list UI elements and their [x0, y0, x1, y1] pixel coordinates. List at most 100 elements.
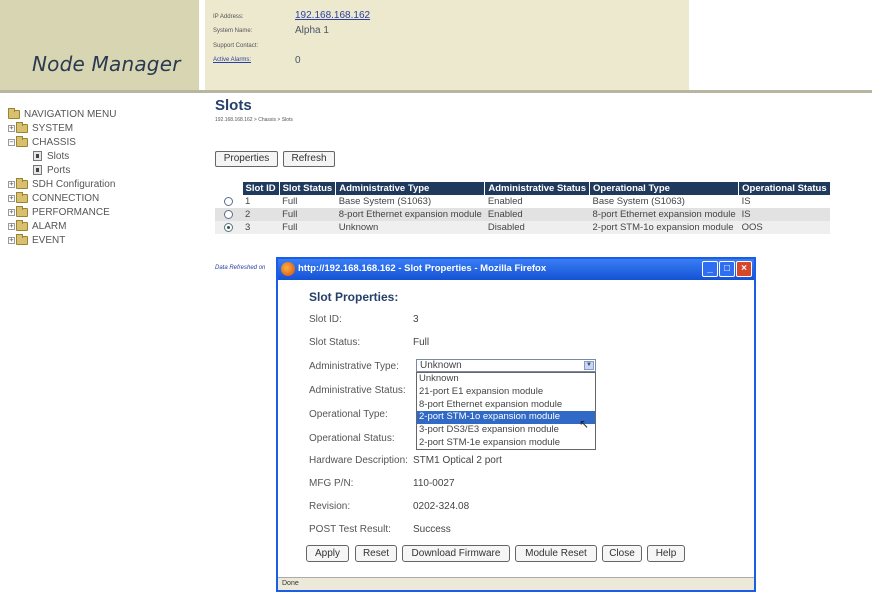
- row-select-radio[interactable]: [224, 196, 233, 206]
- page-icon: [33, 165, 42, 175]
- collapse-icon[interactable]: −: [8, 138, 15, 146]
- folder-icon: [16, 205, 28, 217]
- admin-type-cell: Unknown: [335, 221, 485, 234]
- administrative-type-label: Administrative Type:: [309, 361, 399, 372]
- download-firmware-button[interactable]: Download Firmware: [402, 545, 510, 562]
- ip-address-label: IP Address:: [213, 14, 244, 20]
- nav-item-sdh-configuration[interactable]: + SDH Configuration: [8, 177, 115, 190]
- dropdown-option[interactable]: Unknown: [417, 373, 595, 386]
- apply-button[interactable]: Apply: [306, 545, 349, 562]
- expand-icon[interactable]: +: [8, 180, 15, 188]
- nav-item-performance[interactable]: + PERFORMANCE: [8, 205, 110, 218]
- slot-properties-window: http://192.168.168.162 - Slot Properties…: [276, 257, 756, 592]
- mfg-pn-value: 110-0027: [413, 478, 455, 489]
- breadcrumb: 192.168.168.162 > Chassis > Slots: [215, 117, 293, 123]
- nav-item-slots[interactable]: Slots: [33, 150, 69, 162]
- slot-properties-heading: Slot Properties:: [309, 290, 399, 304]
- column-header-slot-id[interactable]: Slot ID: [242, 182, 280, 195]
- nav-item-event[interactable]: + EVENT: [8, 233, 65, 246]
- op-type-cell: 2-port STM-1o expansion module: [589, 221, 739, 234]
- data-refreshed-label: Data Refreshed on: [215, 265, 266, 271]
- firefox-icon: [281, 262, 295, 276]
- app-title: Node Manager: [32, 52, 181, 76]
- mfg-pn-label: MFG P/N:: [309, 478, 354, 489]
- revision-value: 0202-324.08: [413, 501, 470, 512]
- system-info-panel: IP Address: 192.168.168.162 System Name:…: [205, 0, 689, 90]
- expand-icon[interactable]: +: [8, 222, 15, 230]
- administrative-type-select[interactable]: Unknown ▼: [416, 359, 596, 372]
- close-button[interactable]: Close: [602, 545, 642, 562]
- minimize-icon[interactable]: _: [702, 261, 718, 277]
- hardware-description-value: STM1 Optical 2 port: [413, 455, 502, 466]
- slot-status-cell: Full: [279, 195, 336, 208]
- admin-status-cell: Enabled: [484, 208, 590, 221]
- table-row[interactable]: 2 Full 8-port Ethernet expansion module …: [215, 208, 831, 221]
- folder-icon: [16, 233, 28, 245]
- system-name-label: System Name:: [213, 28, 253, 34]
- window-titlebar[interactable]: http://192.168.168.162 - Slot Properties…: [278, 259, 754, 280]
- expand-icon[interactable]: +: [8, 208, 15, 216]
- op-status-cell: IS: [738, 208, 831, 221]
- dropdown-option[interactable]: 21-port E1 expansion module: [417, 386, 595, 399]
- active-alarms-value: 0: [295, 55, 301, 66]
- properties-button[interactable]: Properties: [215, 151, 278, 167]
- op-status-cell: OOS: [738, 221, 831, 234]
- operational-status-label: Operational Status:: [309, 433, 395, 444]
- reset-button[interactable]: Reset: [355, 545, 397, 562]
- slot-status-value: Full: [413, 337, 430, 348]
- support-contact-label: Support Contact:: [213, 43, 259, 49]
- active-alarms-link[interactable]: Active Alarms:: [213, 57, 251, 63]
- select-column-header: [215, 182, 243, 195]
- module-reset-button[interactable]: Module Reset: [515, 545, 597, 562]
- nav-item-chassis[interactable]: − CHASSIS: [8, 135, 76, 148]
- ip-address-link[interactable]: 192.168.168.162: [295, 10, 370, 21]
- admin-type-cell: Base System (S1063): [335, 195, 485, 208]
- revision-label: Revision:: [309, 501, 351, 512]
- slot-id-label: Slot ID:: [309, 314, 342, 325]
- page-icon: [33, 151, 42, 161]
- dropdown-option-highlighted[interactable]: 2-port STM-1o expansion module: [417, 411, 595, 425]
- row-select-radio[interactable]: [224, 209, 233, 219]
- help-button[interactable]: Help: [647, 545, 685, 562]
- administrative-status-label: Administrative Status:: [309, 385, 406, 396]
- op-status-cell: IS: [738, 195, 831, 208]
- slot-status-cell: Full: [279, 221, 336, 234]
- table-header-row: Slot ID Slot Status Administrative Type …: [215, 182, 831, 195]
- column-header-operational-status[interactable]: Operational Status: [738, 182, 831, 195]
- post-test-result-label: POST Test Result:: [309, 524, 391, 535]
- chevron-down-icon[interactable]: ▼: [584, 361, 594, 370]
- nav-item-navigation-menu[interactable]: NAVIGATION MENU: [8, 107, 116, 120]
- slot-id-cell: 1: [242, 195, 280, 208]
- column-header-administrative-status[interactable]: Administrative Status: [484, 182, 591, 195]
- column-header-operational-type[interactable]: Operational Type: [589, 182, 740, 195]
- dropdown-option[interactable]: 3-port DS3/E3 expansion module: [417, 424, 595, 437]
- close-icon[interactable]: ×: [736, 261, 752, 277]
- logo-panel: Node Manager: [0, 0, 199, 90]
- header-divider: [0, 90, 872, 93]
- expand-icon[interactable]: +: [8, 124, 15, 132]
- dropdown-option[interactable]: 2-port STM-1e expansion module: [417, 437, 595, 450]
- expand-icon[interactable]: +: [8, 194, 15, 202]
- nav-item-system[interactable]: + SYSTEM: [8, 121, 73, 134]
- window-status-bar: Done: [278, 577, 754, 590]
- folder-icon: [16, 219, 28, 231]
- row-select-radio-selected[interactable]: [224, 222, 233, 232]
- operational-type-label: Operational Type:: [309, 409, 388, 420]
- slot-id-cell: 3: [242, 221, 280, 234]
- table-row[interactable]: 3 Full Unknown Disabled 2-port STM-1o ex…: [215, 221, 831, 234]
- page-title: Slots: [215, 97, 252, 114]
- system-name-value: Alpha 1: [295, 25, 329, 36]
- column-header-slot-status[interactable]: Slot Status: [279, 182, 337, 195]
- dropdown-option[interactable]: 8-port Ethernet expansion module: [417, 399, 595, 412]
- table-row[interactable]: 1 Full Base System (S1063) Enabled Base …: [215, 195, 831, 208]
- refresh-button[interactable]: Refresh: [283, 151, 335, 167]
- folder-icon: [16, 177, 28, 189]
- nav-item-alarm[interactable]: + ALARM: [8, 219, 66, 232]
- op-type-cell: 8-port Ethernet expansion module: [589, 208, 739, 221]
- column-header-administrative-type[interactable]: Administrative Type: [335, 182, 486, 195]
- nav-item-connection[interactable]: + CONNECTION: [8, 191, 99, 204]
- slot-status-label: Slot Status:: [309, 337, 361, 348]
- expand-icon[interactable]: +: [8, 236, 15, 244]
- nav-item-ports[interactable]: Ports: [33, 164, 70, 176]
- maximize-icon[interactable]: □: [719, 261, 735, 277]
